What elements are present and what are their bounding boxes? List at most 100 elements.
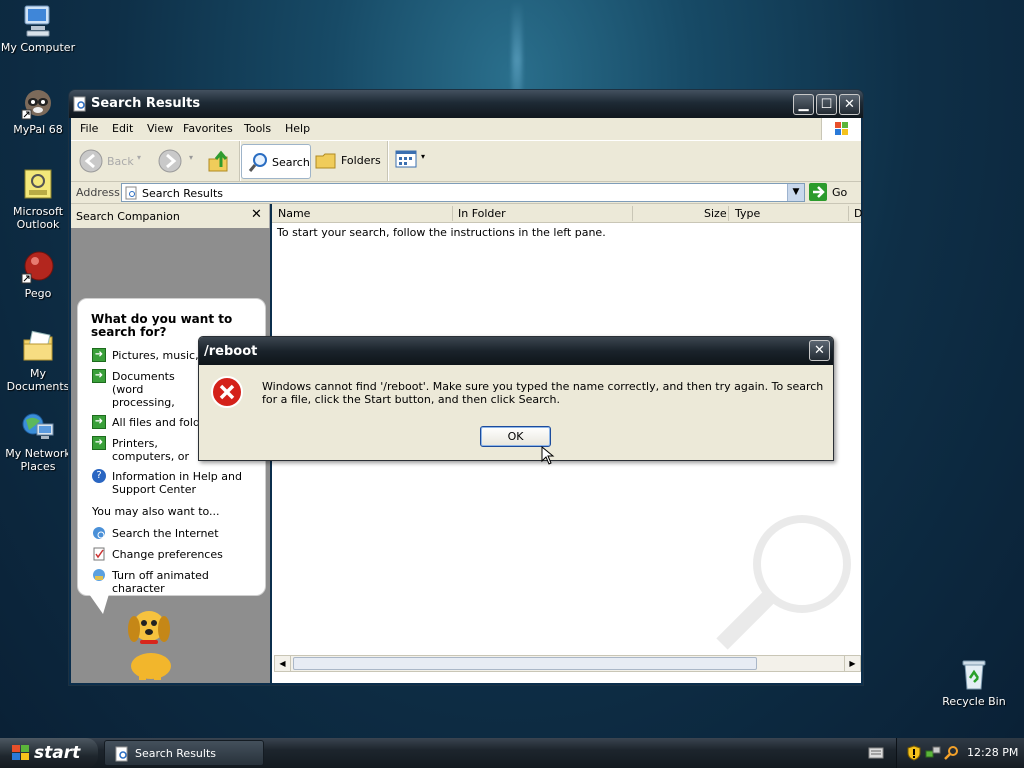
desktop-icon-recycle-bin[interactable]: Recycle Bin xyxy=(936,658,1012,708)
desktop-icon-label: Pego xyxy=(24,287,52,300)
option-documents[interactable]: Documents (word processing, spreadsheet,… xyxy=(112,370,200,409)
minimize-button[interactable]: ▁ xyxy=(793,94,814,115)
option-all-files[interactable]: All files and folders xyxy=(112,416,200,429)
desktop-icon-label: My Network Places xyxy=(5,447,71,473)
column-divider[interactable] xyxy=(452,206,453,221)
forward-arrow-icon xyxy=(158,149,182,173)
recycle-bin-icon xyxy=(957,658,991,692)
network-activity-icon[interactable] xyxy=(925,745,941,761)
security-shield-icon[interactable] xyxy=(907,745,921,761)
raccoon-icon xyxy=(21,86,55,120)
up-folder-icon xyxy=(208,150,228,172)
address-label: Address xyxy=(76,186,120,199)
menu-favorites[interactable]: Favorites xyxy=(183,122,233,135)
desktop-icon-mypal[interactable]: MyPal 68 xyxy=(0,86,76,136)
close-button[interactable]: ✕ xyxy=(839,94,860,115)
views-button[interactable]: ▾ xyxy=(395,150,429,172)
column-name[interactable]: Name xyxy=(278,207,310,220)
folders-icon xyxy=(315,153,336,169)
up-folder-button[interactable] xyxy=(207,149,231,175)
desktop-icon-label: Microsoft Outlook xyxy=(12,205,64,231)
search-tray-icon[interactable] xyxy=(943,745,959,761)
watermark-magnifier-icon xyxy=(716,515,851,650)
desktop-icon-outlook[interactable]: Microsoft Outlook xyxy=(0,168,76,231)
network-icon xyxy=(21,410,55,444)
menu-edit[interactable]: Edit xyxy=(112,122,133,135)
menu-bar: File Edit View Favorites Tools Help xyxy=(71,118,861,140)
menu-view[interactable]: View xyxy=(147,122,173,135)
scrollbar-thumb[interactable] xyxy=(293,657,757,670)
dialog-close-button[interactable]: ✕ xyxy=(809,340,830,361)
views-icon xyxy=(395,150,417,168)
address-bar: Address Search Results ▼ Go xyxy=(71,182,861,204)
scroll-right-button[interactable]: ▶ xyxy=(844,656,860,671)
column-type[interactable]: Type xyxy=(735,207,760,220)
pego-icon xyxy=(21,250,55,284)
column-header-row: Name In Folder Size Type D xyxy=(272,204,862,223)
balloon-tail xyxy=(89,594,109,614)
column-size[interactable]: Size xyxy=(704,207,727,220)
search-companion-header: Search Companion ✕ xyxy=(71,204,270,228)
option-pictures[interactable]: Pictures, music, or video xyxy=(112,349,200,362)
taskbar: start Search Results 12:28 PM xyxy=(0,738,1024,768)
desktop-icon-label: My Documents xyxy=(6,367,70,393)
green-arrow-icon: ➜ xyxy=(92,369,106,383)
mouse-cursor-icon xyxy=(541,446,555,465)
green-arrow-icon: ➜ xyxy=(92,415,106,429)
menu-help[interactable]: Help xyxy=(285,122,310,135)
computer-icon xyxy=(21,4,55,38)
option-printers[interactable]: Printers, computers, or people xyxy=(112,437,200,463)
start-button[interactable]: start xyxy=(0,738,98,768)
column-divider[interactable] xyxy=(848,206,849,221)
dialog-titlebar[interactable]: /reboot ✕ xyxy=(199,337,833,365)
windows-flag-icon xyxy=(12,745,29,760)
green-arrow-icon: ➜ xyxy=(92,348,106,362)
folders-button[interactable]: Folders xyxy=(315,149,383,175)
menu-tools[interactable]: Tools xyxy=(244,122,271,135)
keyboard-icon[interactable] xyxy=(868,746,884,760)
also-search-internet[interactable]: Search the Internet xyxy=(112,527,219,540)
close-pane-icon[interactable]: ✕ xyxy=(251,207,262,222)
windows-logo-icon xyxy=(821,118,861,140)
desktop-icon-network-places[interactable]: My Network Places xyxy=(0,410,76,473)
toolbar: Back ▾ ▾ Search Folders ▾ xyxy=(71,140,861,182)
back-arrow-icon xyxy=(79,149,103,173)
column-date[interactable]: D xyxy=(854,207,862,220)
menu-file[interactable]: File xyxy=(80,122,98,135)
preferences-icon xyxy=(93,547,105,561)
desktop-icon-my-documents[interactable]: My Documents xyxy=(0,330,76,393)
animated-character-icon xyxy=(93,569,105,581)
back-dropdown-icon[interactable]: ▾ xyxy=(137,153,141,162)
forward-button[interactable]: ▾ xyxy=(158,149,198,175)
search-button[interactable]: Search xyxy=(241,144,311,179)
desktop-icon-my-computer[interactable]: My Computer xyxy=(0,4,76,54)
empty-results-message: To start your search, follow the instruc… xyxy=(277,226,606,239)
views-dropdown-icon: ▾ xyxy=(421,152,426,161)
ok-button[interactable]: OK xyxy=(480,426,551,447)
taskbar-item-search-results[interactable]: Search Results xyxy=(104,740,264,766)
clock[interactable]: 12:28 PM xyxy=(967,746,1018,759)
also-change-preferences[interactable]: Change preferences xyxy=(112,548,223,561)
error-dialog: /reboot ✕ Windows cannot find '/reboot'.… xyxy=(198,336,834,461)
search-doc-icon xyxy=(73,96,86,112)
address-input[interactable]: Search Results ▼ xyxy=(121,183,805,202)
go-button[interactable]: Go xyxy=(809,183,859,203)
desktop-icon-pego[interactable]: Pego xyxy=(0,250,76,300)
desktop-icon-label: MyPal 68 xyxy=(13,123,63,136)
search-dog-icon[interactable] xyxy=(119,604,183,682)
option-help-center[interactable]: Information in Help and Support Center xyxy=(112,470,252,496)
window-title: Search Results xyxy=(91,96,201,111)
back-button[interactable]: Back ▾ xyxy=(79,149,147,175)
column-divider[interactable] xyxy=(632,206,633,221)
also-turn-off-character[interactable]: Turn off animated character xyxy=(112,569,265,595)
horizontal-scrollbar[interactable]: ◀ ▶ xyxy=(274,655,861,672)
column-divider[interactable] xyxy=(728,206,729,221)
scroll-left-button[interactable]: ◀ xyxy=(275,656,291,671)
maximize-button[interactable]: ☐ xyxy=(816,94,837,115)
column-in-folder[interactable]: In Folder xyxy=(458,207,506,220)
forward-dropdown-icon[interactable]: ▾ xyxy=(189,153,193,162)
desktop-icon-label: My Computer xyxy=(0,41,76,54)
search-companion-title: Search Companion xyxy=(76,210,180,223)
address-dropdown-button[interactable]: ▼ xyxy=(787,184,804,201)
window-titlebar[interactable]: Search Results ▁ ☐ ✕ xyxy=(69,90,863,118)
